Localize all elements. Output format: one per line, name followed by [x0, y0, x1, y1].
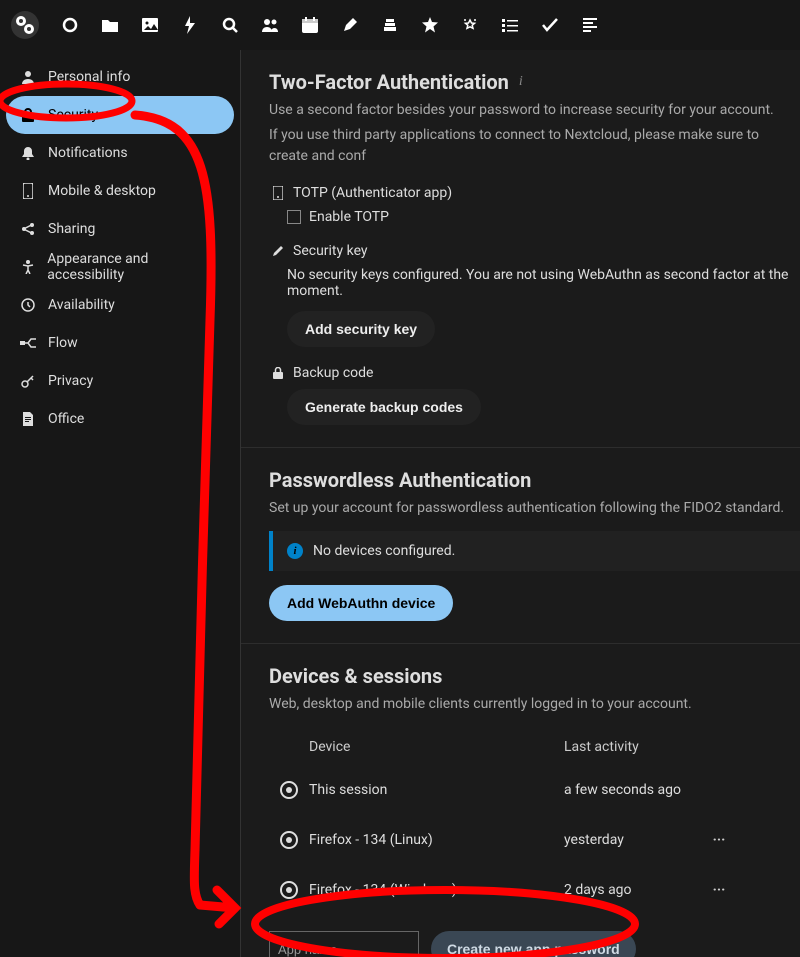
enable-totp-checkbox[interactable]: Enable TOTP: [287, 209, 800, 225]
accessibility-icon: [18, 260, 37, 274]
key-icon: [18, 374, 38, 388]
deck-icon[interactable]: [370, 5, 410, 45]
topbar: [0, 0, 800, 50]
section-subtitle: Set up your account for passwordless aut…: [269, 498, 800, 519]
sidebar-item-notifications[interactable]: Notifications: [6, 134, 234, 172]
add-security-key-button[interactable]: Add security key: [287, 311, 435, 347]
add-webauthn-button[interactable]: Add WebAuthn device: [269, 585, 453, 621]
securitykey-heading: Security key: [269, 243, 800, 259]
document-icon: [18, 412, 38, 426]
section-subtitle: If you use third party applications to c…: [269, 125, 800, 167]
sidebar-item-label: Security: [48, 107, 98, 123]
sidebar-item-label: Mobile & desktop: [48, 183, 156, 199]
sidebar-item-label: Appearance and accessibility: [47, 251, 222, 283]
session-row: This session a few seconds ago: [269, 765, 800, 815]
section-twofa: Two-Factor Authenticationi Use a second …: [241, 50, 800, 448]
files-icon[interactable]: [90, 5, 130, 45]
sidebar-item-privacy[interactable]: Privacy: [6, 362, 234, 400]
lock-icon: [18, 108, 38, 122]
pencil-icon: [269, 245, 287, 257]
search-icon[interactable]: [210, 5, 250, 45]
section-title: Passwordless Authentication: [269, 468, 800, 492]
main-content: Two-Factor Authenticationi Use a second …: [240, 50, 800, 957]
device-icon: [269, 186, 287, 200]
sidebar-item-appearance[interactable]: Appearance and accessibility: [6, 248, 234, 286]
totp-heading: TOTP (Authenticator app): [269, 185, 800, 201]
text-icon[interactable]: [570, 5, 610, 45]
session-row: Firefox - 134 (Linux) yesterday ···: [269, 815, 800, 865]
session-row: Firefox - 134 (Windows) 2 days ago ···: [269, 865, 800, 915]
clock-icon: [18, 298, 38, 312]
notes-icon[interactable]: [330, 5, 370, 45]
calendar-icon[interactable]: [290, 5, 330, 45]
info-icon[interactable]: i: [519, 74, 523, 90]
app-logo[interactable]: [8, 8, 42, 42]
section-subtitle: Web, desktop and mobile clients currentl…: [269, 694, 800, 715]
photos-icon[interactable]: [130, 5, 170, 45]
securitykey-desc: No security keys configured. You are not…: [287, 267, 800, 299]
sidebar-item-security[interactable]: Security: [6, 96, 234, 134]
sidebar-item-sharing[interactable]: Sharing: [6, 210, 234, 248]
dashboard-icon[interactable]: [50, 5, 90, 45]
browser-icon: [280, 781, 298, 799]
section-passwordless: Passwordless Authentication Set up your …: [241, 448, 800, 644]
sidebar-item-personal-info[interactable]: Personal info: [6, 58, 234, 96]
section-sessions: Devices & sessions Web, desktop and mobi…: [241, 644, 800, 957]
flow-icon: [18, 337, 38, 349]
info-banner: i No devices configured.: [269, 531, 800, 571]
sidebar-item-flow[interactable]: Flow: [6, 324, 234, 362]
user-icon: [18, 70, 38, 84]
backup-heading: Backup code: [269, 365, 800, 381]
sidebar-item-label: Office: [48, 411, 84, 427]
checkbox-icon: [287, 210, 301, 224]
sidebar-item-office[interactable]: Office: [6, 400, 234, 438]
tasks-icon[interactable]: [490, 5, 530, 45]
activity-icon[interactable]: [170, 5, 210, 45]
section-title: Devices & sessions: [269, 664, 800, 688]
app-name-input[interactable]: [269, 931, 419, 957]
sidebar-item-label: Privacy: [48, 373, 93, 389]
bell-icon: [18, 146, 38, 160]
create-app-password-button[interactable]: Create new app password: [431, 931, 636, 957]
recommendations-icon[interactable]: [450, 5, 490, 45]
browser-icon: [280, 831, 298, 849]
checklist-icon[interactable]: [530, 5, 570, 45]
settings-sidebar: Personal info Security Notifications Mob…: [0, 50, 240, 957]
section-subtitle: Use a second factor besides your passwor…: [269, 100, 800, 121]
sidebar-item-label: Flow: [48, 335, 78, 351]
generate-backup-button[interactable]: Generate backup codes: [287, 389, 481, 425]
section-title: Two-Factor Authenticationi: [269, 70, 800, 94]
row-menu-button[interactable]: ···: [704, 832, 734, 848]
sidebar-item-label: Availability: [48, 297, 115, 313]
sidebar-item-availability[interactable]: Availability: [6, 286, 234, 324]
sidebar-item-label: Notifications: [48, 145, 128, 161]
info-icon: i: [287, 543, 303, 559]
lock-icon: [269, 367, 287, 379]
sidebar-item-label: Personal info: [48, 69, 130, 85]
sidebar-item-label: Sharing: [48, 221, 95, 237]
share-icon: [18, 222, 38, 236]
sessions-table: Device Last activity This session a few …: [269, 729, 800, 915]
sidebar-item-mobile[interactable]: Mobile & desktop: [6, 172, 234, 210]
table-header: Device Last activity: [269, 729, 800, 765]
favorites-icon[interactable]: [410, 5, 450, 45]
contacts-icon[interactable]: [250, 5, 290, 45]
phone-icon: [18, 183, 38, 199]
browser-icon: [280, 881, 298, 899]
row-menu-button[interactable]: ···: [704, 882, 734, 898]
